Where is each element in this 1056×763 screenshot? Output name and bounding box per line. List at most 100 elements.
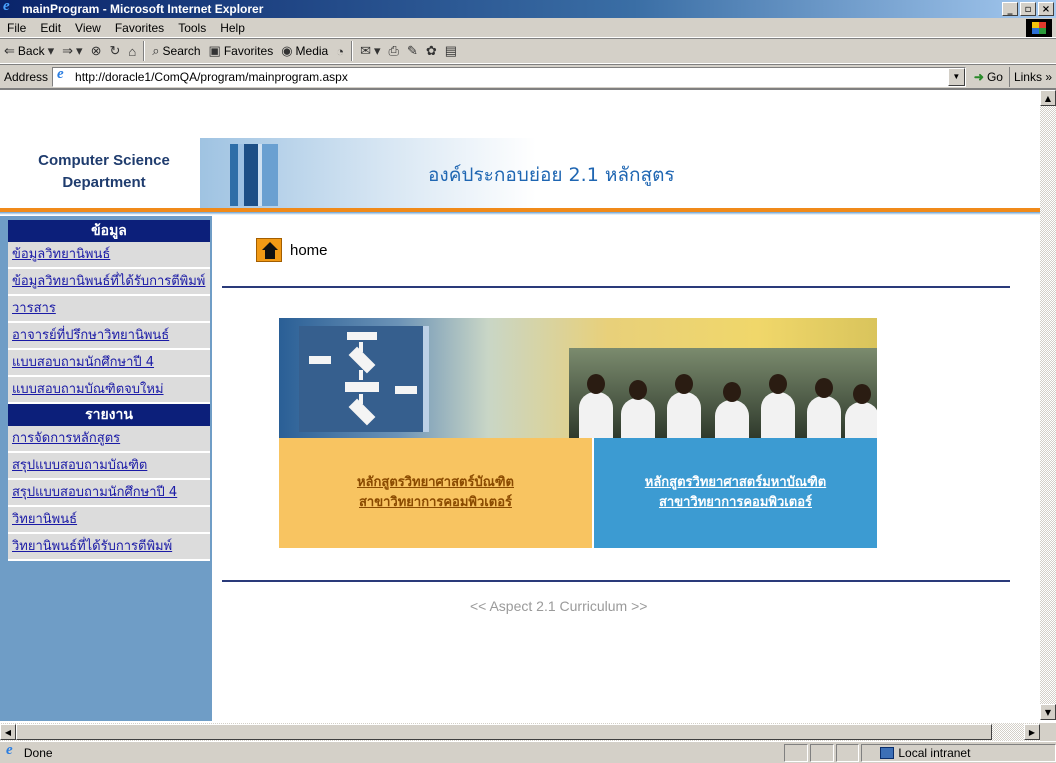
horizontal-scrollbar[interactable]: ◀ ▶ [0, 723, 1040, 741]
browser-window: mainProgram - Microsoft Internet Explore… [0, 0, 1056, 763]
sidebar-item-graduate-survey[interactable]: แบบสอบถามบัณฑิตจบใหม่ [8, 377, 210, 404]
windows-logo-icon [1026, 19, 1052, 37]
edit-button[interactable]: ✎ [403, 40, 422, 62]
scroll-up-button[interactable]: ▲ [1040, 90, 1056, 106]
sidebar-item-year4-survey[interactable]: แบบสอบถามนักศึกษาปี 4 [8, 350, 210, 377]
print-button[interactable]: ⎙ [385, 40, 403, 62]
refresh-button[interactable]: ↻ [105, 40, 124, 62]
menu-help[interactable]: Help [213, 21, 252, 35]
chevron-down-icon: ▾ [374, 43, 381, 58]
edit-icon: ✎ [406, 43, 418, 58]
history-button[interactable]: ◔ [332, 40, 348, 62]
aspect-navigation[interactable]: << Aspect 2.1 Curriculum >> [470, 598, 647, 614]
refresh-icon: ↻ [109, 43, 121, 58]
status-bar: Done Local intranet [0, 741, 1056, 763]
toolbar-divider [351, 41, 354, 61]
content-divider-top [222, 286, 1010, 288]
print-icon: ⎙ [388, 43, 399, 58]
chevron-down-icon: ▾ [47, 43, 55, 58]
media-icon: ◉ [281, 43, 293, 58]
maximize-button[interactable]: ▫ [1020, 2, 1036, 16]
address-url[interactable]: http://doracle1/ComQA/program/mainprogra… [75, 70, 348, 84]
links-button[interactable]: Links » [1008, 66, 1056, 87]
sidebar-item-thesis[interactable]: วิทยานิพนธ์ [8, 507, 210, 534]
page-header: Computer Science Department องค์ประกอบย่… [0, 90, 1040, 210]
discuss-icon: ✿ [425, 43, 437, 58]
mail-button[interactable]: ✉ ▾ [356, 40, 384, 62]
back-button[interactable]: ⇐ Back ▾ [0, 40, 58, 62]
logo-line-1: Computer Science [38, 152, 170, 169]
menu-bar: File Edit View Favorites Tools Help [0, 18, 1056, 38]
sidebar-item-thesis-advisors[interactable]: อาจารย์ที่ปรึกษาวิทยานิพนธ์ [8, 323, 210, 350]
students-photo [569, 348, 877, 438]
discuss-button[interactable]: ✿ [422, 40, 441, 62]
address-bar: Address http://doracle1/ComQA/program/ma… [0, 64, 1056, 88]
bachelor-program-link-line1[interactable]: หลักสูตรวิทยาศาสตร์บัณฑิต [357, 473, 514, 493]
master-program-link-line1[interactable]: หลักสูตรวิทยาศาสตร์มหาบัณฑิต [645, 473, 826, 493]
bachelor-program-card: หลักสูตรวิทยาศาสตร์บัณฑิต สาขาวิทยาการคอ… [279, 438, 592, 548]
sidebar-item-published-thesis[interactable]: วิทยานิพนธ์ที่ได้รับการตีพิมพ์ [8, 534, 210, 561]
scroll-down-button[interactable]: ▼ [1040, 704, 1056, 720]
menu-tools[interactable]: Tools [171, 21, 213, 35]
banner-image [279, 318, 877, 438]
close-button[interactable]: × [1038, 2, 1054, 16]
bachelor-program-link-line2[interactable]: สาขาวิทยาการคอมพิวเตอร์ [359, 493, 512, 513]
search-button[interactable]: ⌕ Search [148, 40, 204, 62]
menu-edit[interactable]: Edit [33, 21, 68, 35]
toolbar-divider [143, 41, 146, 61]
page-viewport: Computer Science Department องค์ประกอบย่… [0, 88, 1056, 741]
content-divider-bottom [222, 580, 1010, 582]
search-label: Search [162, 44, 201, 58]
mail-icon: ✉ [360, 43, 371, 58]
address-input[interactable]: http://doracle1/ComQA/program/mainprogra… [52, 66, 966, 87]
page-status-icon [4, 742, 20, 761]
menu-view[interactable]: View [68, 21, 108, 35]
menu-favorites[interactable]: Favorites [108, 21, 171, 35]
master-program-link-line2[interactable]: สาขาวิทยาการคอมพิวเตอร์ [659, 493, 812, 513]
favorites-label: Favorites [223, 44, 274, 58]
go-button[interactable]: ➜ Go [966, 70, 1009, 84]
history-icon: ◔ [336, 43, 345, 59]
sidebar: ข้อมูล ข้อมูลวิทยานิพนธ์ ข้อมูลวิทยานิพน… [0, 216, 212, 721]
menu-file[interactable]: File [0, 21, 33, 35]
page-icon [55, 66, 71, 85]
favorites-icon: ▣ [208, 43, 221, 58]
scrollbar-corner [1040, 723, 1056, 741]
forward-arrow-icon: ⇒ [62, 43, 74, 58]
address-dropdown-button[interactable]: ▼ [947, 67, 965, 86]
sidebar-item-journals[interactable]: วารสาร [8, 296, 210, 323]
status-text: Done [23, 745, 53, 760]
department-logo: Computer Science Department [14, 150, 194, 194]
media-button[interactable]: ◉ Media [277, 40, 332, 62]
chevron-down-icon: ▾ [76, 43, 83, 58]
title-bar: mainProgram - Microsoft Internet Explore… [0, 0, 1056, 18]
sidebar-item-year4-survey-summary[interactable]: สรุปแบบสอบถามนักศึกษาปี 4 [8, 480, 210, 507]
home-button[interactable]: ⌂ [124, 40, 140, 62]
forward-button[interactable]: ⇒ ▾ [58, 40, 86, 62]
vertical-scrollbar[interactable]: ▲ ▼ [1040, 90, 1056, 720]
sidebar-section-data: ข้อมูล [8, 220, 210, 242]
favorites-button[interactable]: ▣ Favorites [205, 40, 278, 62]
sidebar-section-reports: รายงาน [8, 404, 210, 426]
stop-icon: ⊗ [90, 43, 102, 58]
stop-button[interactable]: ⊗ [87, 40, 106, 62]
sidebar-item-curriculum-management[interactable]: การจัดการหลักสูตร [8, 426, 210, 453]
master-program-card: หลักสูตรวิทยาศาสตร์มหาบัณฑิต สาขาวิทยากา… [594, 438, 877, 548]
scroll-left-button[interactable]: ◀ [0, 724, 16, 740]
sidebar-item-thesis-data[interactable]: ข้อมูลวิทยานิพนธ์ [8, 242, 210, 269]
back-arrow-icon: ⇐ [4, 43, 15, 58]
ie-logo-icon [2, 0, 18, 17]
horizontal-scroll-thumb[interactable] [16, 724, 992, 740]
messenger-button[interactable]: ▤ [441, 40, 461, 62]
header-banner: องค์ประกอบย่อย 2.1 หลักสูตร [200, 138, 1040, 210]
sidebar-item-graduate-survey-summary[interactable]: สรุปแบบสอบถามบัณฑิต [8, 453, 210, 480]
sidebar-item-published-thesis-data[interactable]: ข้อมูลวิทยานิพนธ์ที่ได้รับการตีพิมพ์ [8, 269, 210, 296]
home-icon [256, 238, 282, 262]
scroll-right-button[interactable]: ▶ [1024, 724, 1040, 740]
books-image [230, 144, 310, 206]
toolbar: ⇐ Back ▾ ⇒ ▾ ⊗ ↻ ⌂ ⌕ Search ▣ Favorites … [0, 38, 1056, 64]
home-link[interactable]: home [256, 238, 328, 262]
intranet-icon [880, 746, 895, 759]
search-icon: ⌕ [152, 43, 160, 58]
minimize-button[interactable]: _ [1002, 2, 1018, 16]
